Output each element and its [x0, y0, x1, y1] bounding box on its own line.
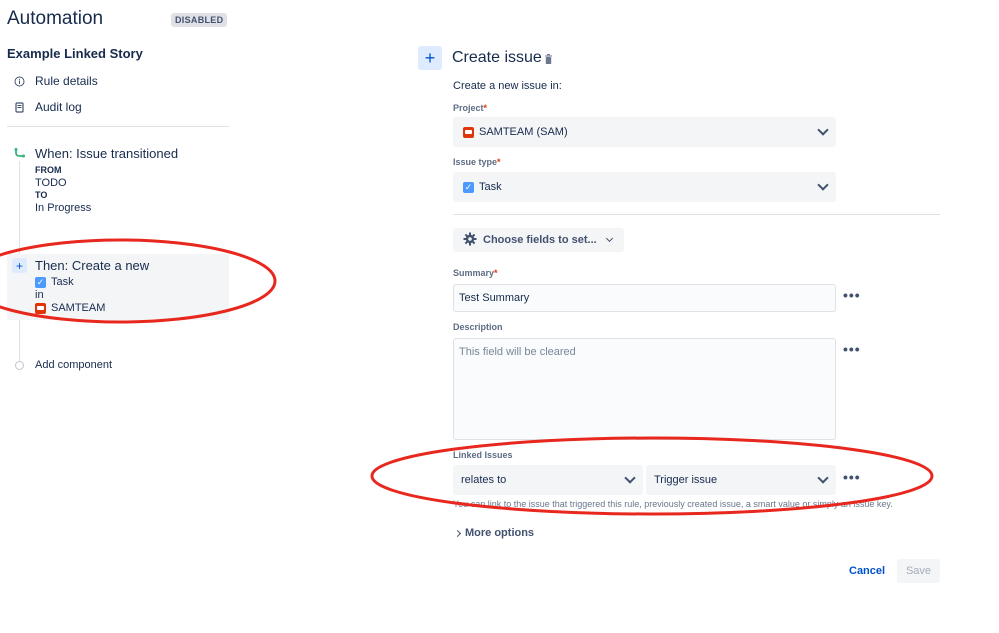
action-project: SAMTEAM	[35, 302, 105, 314]
trash-icon[interactable]	[544, 54, 553, 67]
linked-issues-more-icon[interactable]: •••	[843, 469, 861, 485]
nav-audit-log[interactable]: Audit log	[14, 100, 82, 114]
chevron-down-icon	[606, 235, 613, 242]
description-textarea[interactable]: This field will be cleared	[453, 338, 836, 440]
page-title: Automation	[7, 8, 103, 30]
issue-type-field-label: Issue type*	[453, 157, 501, 167]
gear-icon	[463, 232, 477, 249]
link-target-value: Trigger issue	[654, 474, 717, 486]
project-icon	[463, 127, 474, 138]
divider	[453, 214, 940, 215]
add-component-link[interactable]: Add component	[35, 359, 112, 371]
to-label: TO	[35, 190, 47, 200]
choose-fields-button[interactable]: Choose fields to set...	[453, 228, 624, 252]
issue-type-label-text: Issue type	[453, 157, 497, 167]
trigger-title[interactable]: When: Issue transitioned	[35, 146, 178, 161]
from-label: FROM	[35, 165, 62, 175]
add-component-dot-icon	[15, 361, 24, 370]
linked-issues-help: You can link to the issue that triggered…	[453, 499, 893, 509]
required-mark: *	[484, 103, 488, 113]
action-issue-type-label: Task	[51, 276, 74, 288]
chevron-right-icon	[454, 529, 461, 536]
summary-field-label: Summary*	[453, 268, 498, 278]
checkbox-task-icon: ✓	[35, 277, 46, 288]
action-project-label: SAMTEAM	[51, 302, 105, 314]
action-issue-type: ✓ Task	[35, 276, 74, 288]
form-subheading: Create a new issue in:	[453, 80, 562, 92]
more-options-label: More options	[465, 527, 534, 539]
chevron-down-icon	[817, 472, 828, 483]
form-title: Create issue	[452, 49, 542, 67]
branch-icon	[12, 146, 27, 161]
to-value: In Progress	[35, 202, 91, 214]
required-mark: *	[494, 268, 498, 278]
status-badge: DISABLED	[171, 13, 227, 27]
issue-type-select[interactable]: ✓ Task	[453, 172, 836, 202]
plus-icon: +	[12, 258, 27, 273]
chevron-down-icon	[624, 472, 635, 483]
project-field-label: Project*	[453, 103, 487, 113]
nav-audit-log-label: Audit log	[35, 100, 82, 114]
description-field-label: Description	[453, 322, 503, 332]
info-icon	[14, 76, 25, 87]
chevron-down-icon	[817, 124, 828, 135]
choose-fields-label: Choose fields to set...	[483, 234, 597, 246]
nav-rule-details[interactable]: Rule details	[14, 74, 98, 88]
plus-icon: +	[418, 46, 442, 70]
more-options-toggle[interactable]: More options	[455, 527, 534, 539]
rule-name: Example Linked Story	[7, 46, 143, 61]
project-label-text: Project	[453, 103, 484, 113]
summary-label-text: Summary	[453, 268, 494, 278]
action-in-label: in	[35, 289, 44, 301]
summary-input[interactable]: Test Summary	[453, 284, 836, 312]
description-more-icon[interactable]: •••	[843, 341, 861, 357]
project-icon	[35, 303, 46, 314]
summary-more-icon[interactable]: •••	[843, 287, 861, 303]
document-icon	[14, 102, 25, 113]
link-type-select[interactable]: relates to	[453, 465, 643, 495]
chevron-down-icon	[817, 179, 828, 190]
nav-rule-details-label: Rule details	[35, 74, 98, 88]
linked-issues-label: Linked Issues	[453, 450, 513, 460]
required-mark: *	[497, 157, 501, 167]
link-target-select[interactable]: Trigger issue	[646, 465, 836, 495]
project-select-value: SAMTEAM (SAM)	[479, 126, 568, 138]
save-button[interactable]: Save	[897, 559, 940, 583]
action-title: Then: Create a new	[35, 258, 149, 273]
link-type-value: relates to	[461, 474, 506, 486]
checkbox-task-icon: ✓	[463, 182, 474, 193]
cancel-button[interactable]: Cancel	[849, 565, 885, 577]
divider	[7, 126, 229, 127]
project-select[interactable]: SAMTEAM (SAM)	[453, 117, 836, 147]
issue-type-select-value: Task	[479, 181, 502, 193]
from-value: TODO	[35, 177, 67, 189]
